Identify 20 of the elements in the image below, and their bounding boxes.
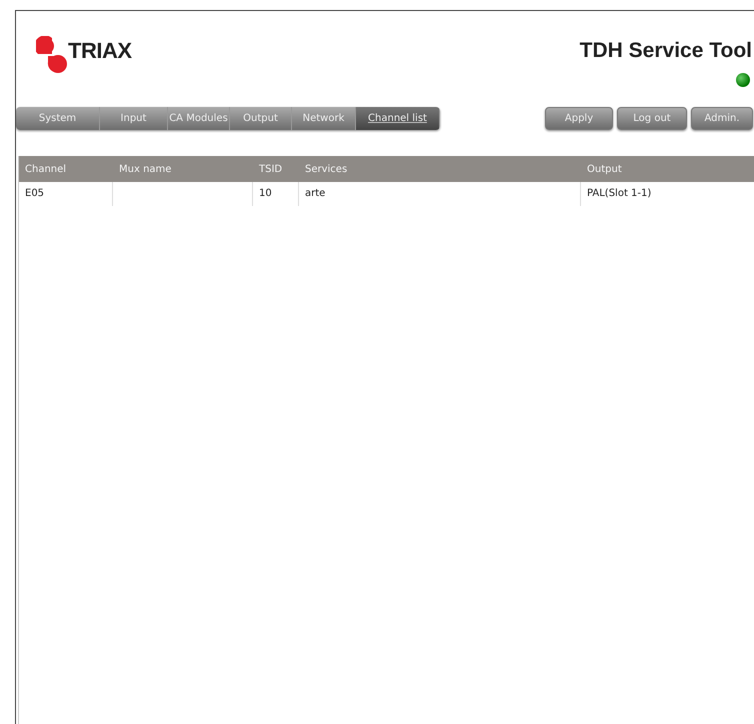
column-header: TSID [253,156,299,182]
nav-tab[interactable]: CA Modules [168,107,230,130]
nav-tab[interactable]: System [16,107,100,130]
toolbar-button[interactable]: Log out [617,107,687,130]
logo-text: TRIAX [68,38,132,64]
nav-tab[interactable]: Input [100,107,168,130]
table-cell: E05 [19,182,113,206]
toolbar-button[interactable]: Apply [545,107,613,130]
table-cell: arte [299,182,581,206]
toolbar-button[interactable]: Admin. [691,107,753,130]
column-header: Output [581,156,754,182]
table-cell-text: PAL(Slot 1-1) [586,187,652,201]
app-title: TDH Service Tool [580,39,752,63]
table-cell: 10 [253,182,299,206]
nav-tab[interactable]: Output [230,107,292,130]
column-header: Services [299,156,581,182]
column-header: Mux name [113,156,253,182]
nav-tab[interactable]: Channel list [356,107,440,130]
nav-tab[interactable]: Network [292,107,356,130]
column-header: Channel [19,156,113,182]
